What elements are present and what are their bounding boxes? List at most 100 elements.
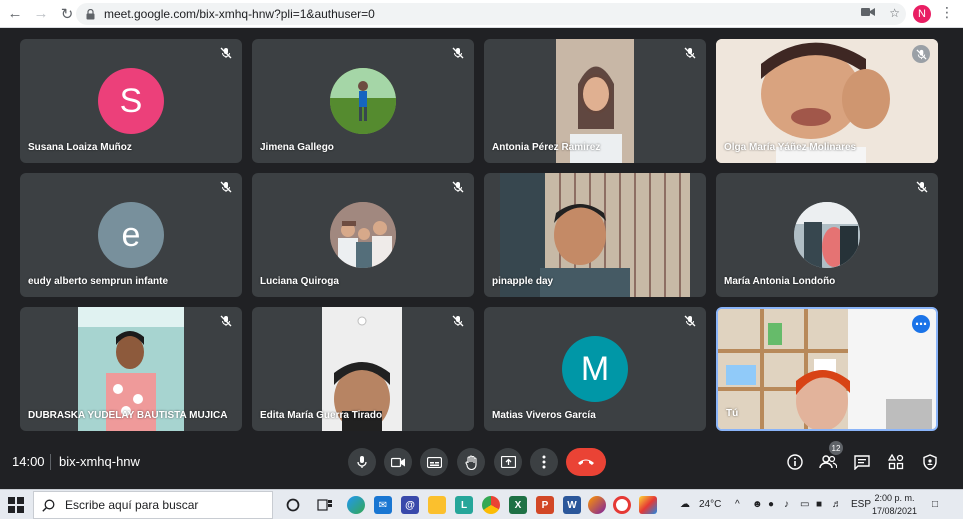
meeting-code: bix-xmhq-hnw [59,454,140,469]
people-icon [819,455,837,469]
bookmark-star-icon[interactable]: ☆ [889,6,900,20]
excel-icon[interactable]: X [509,496,527,514]
leave-call-button[interactable] [566,448,606,476]
chat-button[interactable] [852,452,872,472]
volume-icon[interactable]: ♬ [832,499,842,510]
firefox-icon[interactable] [588,496,606,514]
present-screen-button[interactable] [494,448,522,476]
url-text: meet.google.com/bix-xmhq-hnw?pli=1&authu… [104,7,375,21]
tray-chevron-icon[interactable]: ^ [735,499,740,510]
profile-avatar[interactable]: N [913,5,931,23]
mic-off-icon [682,313,698,329]
microphone-button[interactable] [348,448,376,476]
microphone-tray-icon[interactable]: ♪ [784,499,789,510]
camera-status-icon[interactable] [861,6,876,20]
tray-app-icon[interactable]: ● [768,499,774,510]
search-icon [42,499,55,512]
people-button[interactable] [818,452,838,472]
paint-icon[interactable] [639,496,657,514]
participant-tile[interactable]: S Susana Loaiza Muñoz [20,39,242,163]
activities-icon [888,454,904,470]
lock-icon [84,8,96,20]
edge-icon[interactable] [347,496,365,514]
l-app-icon[interactable]: L [455,496,473,514]
file-explorer-icon[interactable] [428,496,446,514]
task-view-icon[interactable] [316,496,334,514]
search-placeholder: Escribe aquí para buscar [65,498,199,512]
raise-hand-button[interactable] [457,448,485,476]
network-icon[interactable]: ■ [816,499,822,510]
participant-tile[interactable]: pinapple day [484,173,706,297]
battery-icon[interactable]: ▭ [800,499,809,510]
mic-off-icon [218,179,234,195]
captions-icon [426,456,442,468]
participant-tile[interactable]: Jimena Gallego [252,39,474,163]
participant-tile[interactable]: e eudy alberto semprun infante [20,173,242,297]
windows-taskbar: Escribe aquí para buscar ✉ @ L X P W ☁ 2… [0,489,963,519]
participant-name: DUBRASKA YUDELAY BAUTISTA MUJICA [28,410,228,421]
meeting-details-button[interactable] [785,452,805,472]
more-vertical-icon [542,455,546,469]
participant-name: pinapple day [492,276,554,287]
cortana-icon[interactable] [284,496,302,514]
activities-button[interactable] [886,452,906,472]
browser-menu-icon[interactable]: ⋮ [940,4,954,21]
participant-name: Edita María Guerra Tirado [260,410,383,421]
more-options-icon[interactable]: ⋯ [912,315,930,333]
forward-arrow-icon[interactable]: → [30,3,52,25]
participant-tile[interactable]: Luciana Quiroga [252,173,474,297]
participant-avatar: S [98,68,164,134]
participant-name: Antonia Pérez Ramirez [492,142,601,153]
web-app-icon[interactable]: @ [401,496,419,514]
host-controls-button[interactable] [920,452,940,472]
chrome-icon[interactable] [482,496,500,514]
mic-off-icon [682,45,698,61]
taskbar-clock[interactable]: 2:00 p. m. 17/08/2021 [872,492,917,518]
browser-toolbar: ← → ↻ meet.google.com/bix-xmhq-hnw?pli=1… [0,0,963,28]
temperature-text: 24°C [699,499,722,510]
address-bar[interactable]: meet.google.com/bix-xmhq-hnw?pli=1&authu… [76,3,906,25]
participant-photo [330,202,396,268]
video-camera-icon [390,457,405,467]
participant-tile[interactable]: M Matias Viveros García [484,307,706,431]
camera-button[interactable] [384,448,412,476]
hand-icon [464,454,477,470]
participant-name: Jimena Gallego [260,142,334,153]
mic-off-icon [450,45,466,61]
clock-date: 17/08/2021 [872,506,918,516]
opera-icon[interactable] [613,496,631,514]
captions-button[interactable] [420,448,448,476]
self-tile[interactable]: ⋯ Tú [716,307,938,431]
more-options-button[interactable] [530,448,558,476]
reload-icon[interactable]: ↻ [56,3,78,25]
hang-up-icon [578,459,594,465]
divider [50,454,51,470]
participant-tile[interactable]: Antonia Pérez Ramirez [484,39,706,163]
word-icon[interactable]: W [563,496,581,514]
tray-app-icon[interactable]: ☻ [752,499,763,510]
back-arrow-icon[interactable]: ← [4,3,26,25]
mic-off-icon [450,179,466,195]
participant-photo [794,202,860,268]
participant-tile[interactable]: Olga María Yáñez Molinares [716,39,938,163]
info-icon [787,454,803,470]
powerpoint-icon[interactable]: P [536,496,554,514]
participant-name: María Antonia Londoño [724,276,836,287]
mic-off-icon [914,179,930,195]
self-name: Tú [726,408,739,419]
mic-off-icon [450,313,466,329]
meeting-time: 14:00 [12,454,45,469]
clock-time: 2:00 p. m. [874,493,915,503]
notifications-icon[interactable]: □ [932,499,938,510]
participant-tile[interactable]: DUBRASKA YUDELAY BAUTISTA MUJICA [20,307,242,431]
windows-start-icon[interactable] [8,497,24,513]
present-screen-icon [500,456,516,468]
participant-tile[interactable]: María Antonia Londoño [716,173,938,297]
taskbar-search[interactable]: Escribe aquí para buscar [33,491,273,519]
participant-tile[interactable]: Edita María Guerra Tirado [252,307,474,431]
mail-icon[interactable]: ✉ [374,496,392,514]
language-indicator[interactable]: ESP [851,499,871,510]
weather-icon[interactable]: ☁ [680,499,690,510]
chat-icon [854,454,870,470]
mic-off-icon [218,313,234,329]
